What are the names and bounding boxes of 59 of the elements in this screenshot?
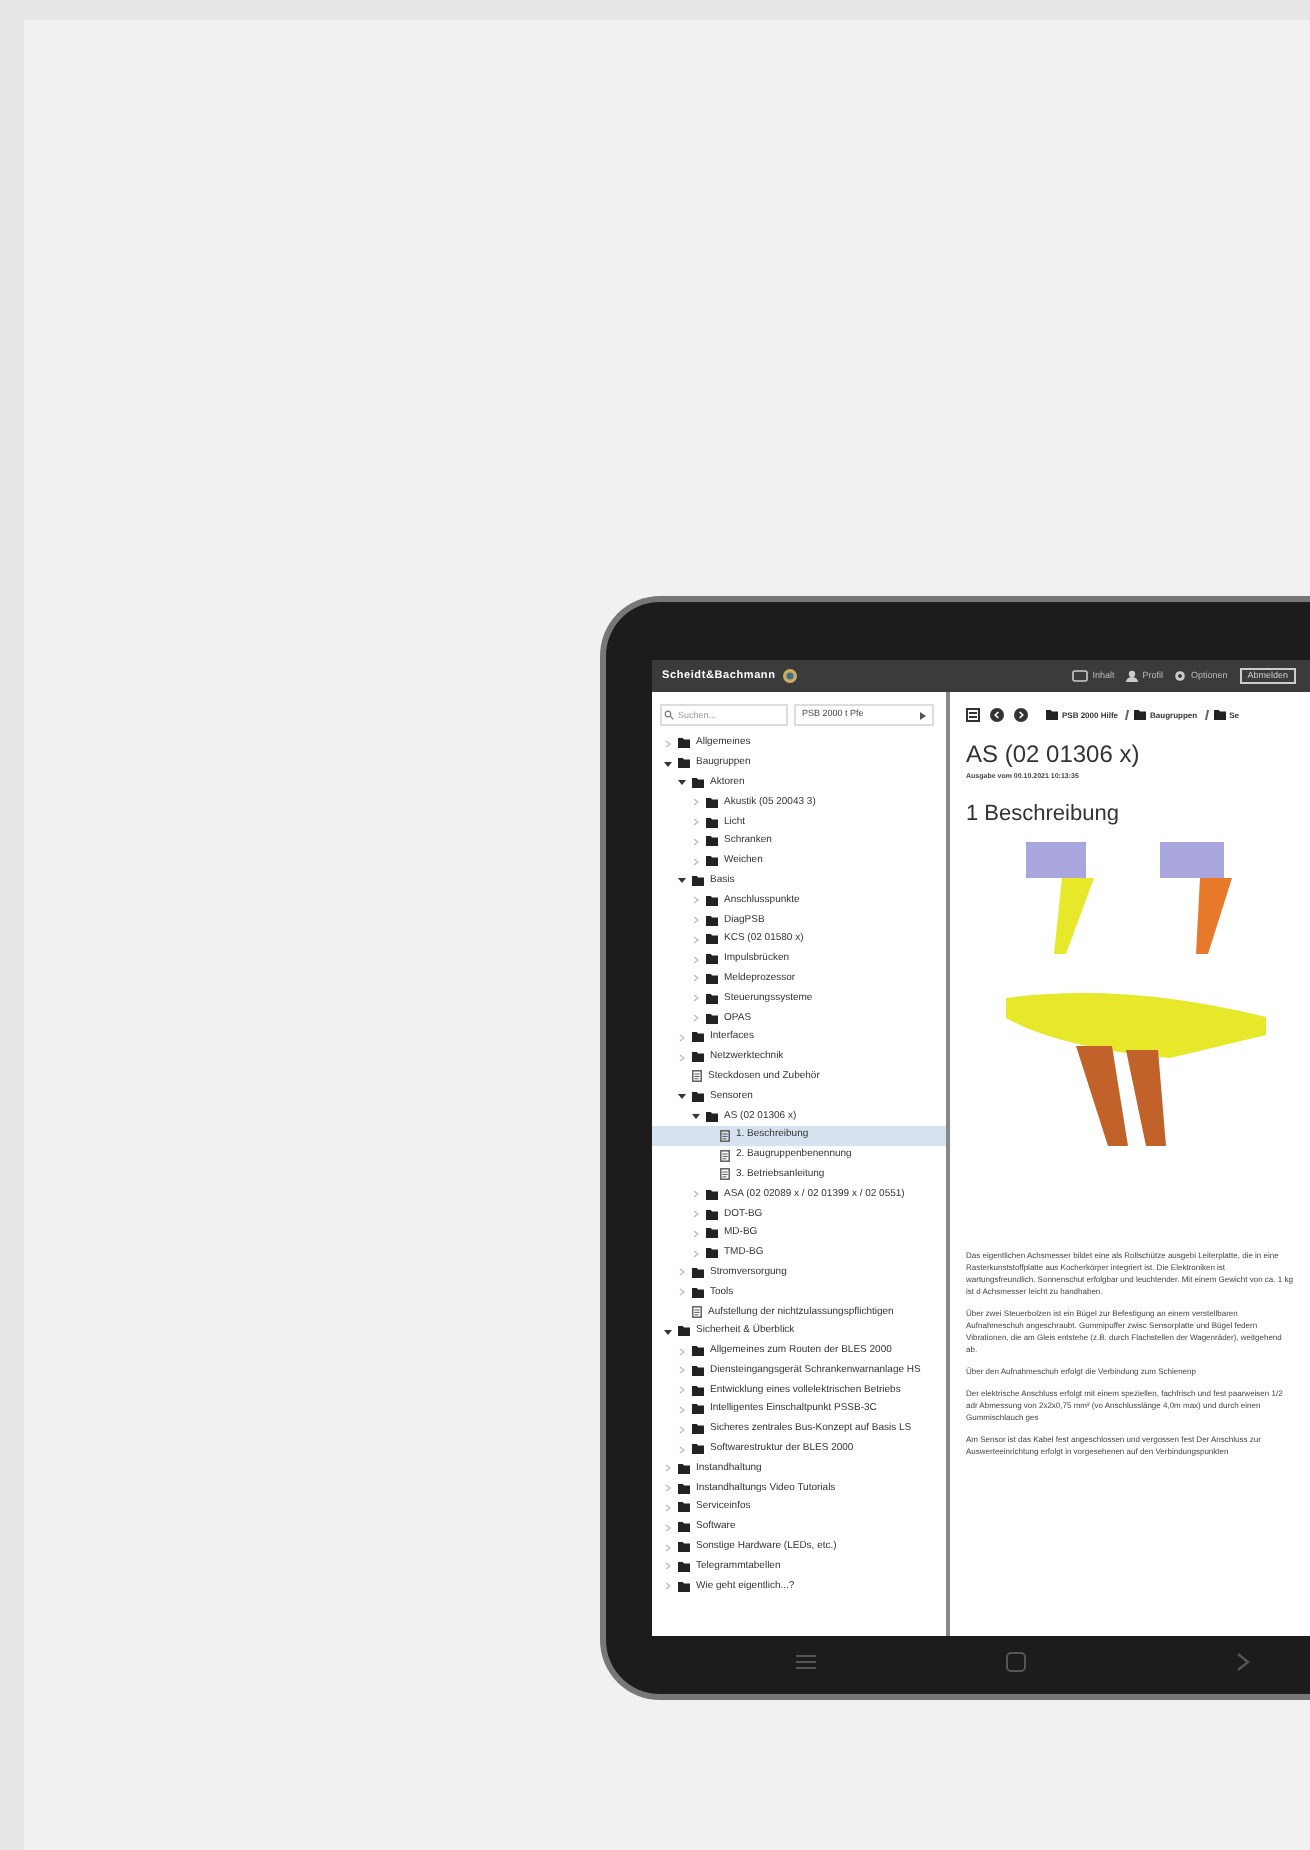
- caret-right-icon[interactable]: [678, 1386, 686, 1395]
- search-icon: [664, 710, 674, 720]
- caret-right-icon[interactable]: [692, 1229, 700, 1238]
- caret-right-icon[interactable]: [664, 1503, 672, 1512]
- caret-right-icon[interactable]: [664, 1484, 672, 1493]
- caret-right-icon[interactable]: [678, 1366, 686, 1375]
- caret-right-icon[interactable]: [692, 1210, 700, 1219]
- caret-down-icon[interactable]: [678, 778, 686, 787]
- caret-down-icon[interactable]: [664, 759, 672, 768]
- caret-right-icon[interactable]: [678, 1405, 686, 1414]
- menu-icon[interactable]: [966, 708, 980, 722]
- caret-right-icon[interactable]: [692, 935, 700, 944]
- folder-icon: [1213, 710, 1226, 720]
- caret-right-icon[interactable]: [692, 818, 700, 827]
- caret-right-icon[interactable]: [678, 1053, 686, 1062]
- caret-right-icon[interactable]: [692, 837, 700, 846]
- home-icon[interactable]: [1006, 1652, 1026, 1672]
- caret-right-icon[interactable]: [664, 1562, 672, 1571]
- chevron-right-icon[interactable]: [1236, 1652, 1252, 1672]
- user-icon: [1126, 670, 1139, 682]
- folder-icon: [1046, 710, 1058, 720]
- caret-down-icon[interactable]: [692, 1112, 700, 1121]
- page-title: AS (02 01306 x): [966, 742, 1142, 766]
- caret-right-icon[interactable]: [692, 1249, 700, 1258]
- settings-icon: [1174, 670, 1187, 682]
- caret-right-icon[interactable]: [692, 896, 700, 905]
- caret-right-icon[interactable]: [664, 1543, 672, 1552]
- caret-right-icon[interactable]: [664, 1582, 672, 1591]
- caret-right-icon[interactable]: [692, 994, 700, 1003]
- caret-right-icon[interactable]: [692, 798, 700, 807]
- caret-right-icon[interactable]: [678, 1445, 686, 1454]
- caret-right-icon[interactable]: [664, 739, 672, 748]
- document-icon: [692, 1306, 702, 1318]
- document-icon: [692, 1070, 702, 1083]
- caret-right-icon[interactable]: [678, 1347, 686, 1356]
- caret-right-icon[interactable]: [678, 1288, 686, 1297]
- caret-down-icon[interactable]: [678, 876, 686, 885]
- caret-right-icon[interactable]: [664, 1523, 672, 1532]
- document-icon: [720, 1149, 730, 1162]
- caret-right-icon[interactable]: [692, 857, 700, 866]
- caret-right-icon[interactable]: [692, 1014, 700, 1023]
- caret-right-icon[interactable]: [678, 1033, 686, 1042]
- section-heading: 1 Beschreibung: [966, 804, 1121, 827]
- caret-right-icon[interactable]: [692, 1190, 700, 1199]
- caret-right-icon[interactable]: [692, 974, 700, 983]
- caret-down-icon[interactable]: [664, 1327, 672, 1336]
- document-icon: [720, 1168, 730, 1181]
- caret-right-icon[interactable]: [678, 1268, 686, 1277]
- caret-right-icon[interactable]: [692, 916, 700, 925]
- back-icon[interactable]: [990, 708, 1004, 722]
- folder-icon: [1134, 710, 1147, 720]
- caret-down-icon[interactable]: [678, 1092, 686, 1101]
- caret-right-icon[interactable]: [678, 1425, 686, 1434]
- emblem-icon: [781, 668, 798, 684]
- forward-icon[interactable]: [1014, 708, 1028, 722]
- caret-right-icon[interactable]: [692, 955, 700, 964]
- caret-right-icon[interactable]: [664, 1464, 672, 1473]
- document-icon: [720, 1129, 730, 1142]
- caret-right-icon: [920, 711, 926, 719]
